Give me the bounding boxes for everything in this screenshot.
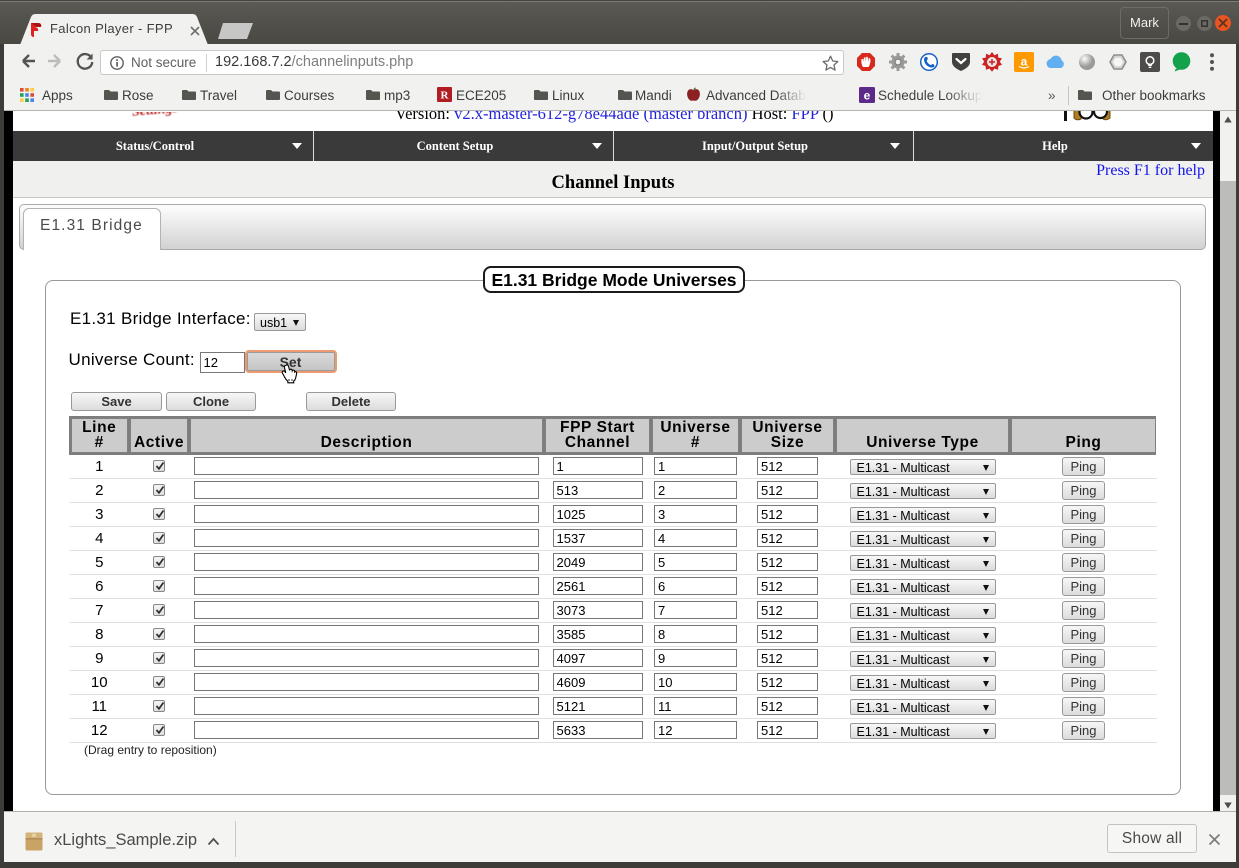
svg-text:R: R [441, 90, 450, 102]
svg-text:e: e [864, 89, 871, 103]
svg-text:a: a [1021, 55, 1028, 69]
